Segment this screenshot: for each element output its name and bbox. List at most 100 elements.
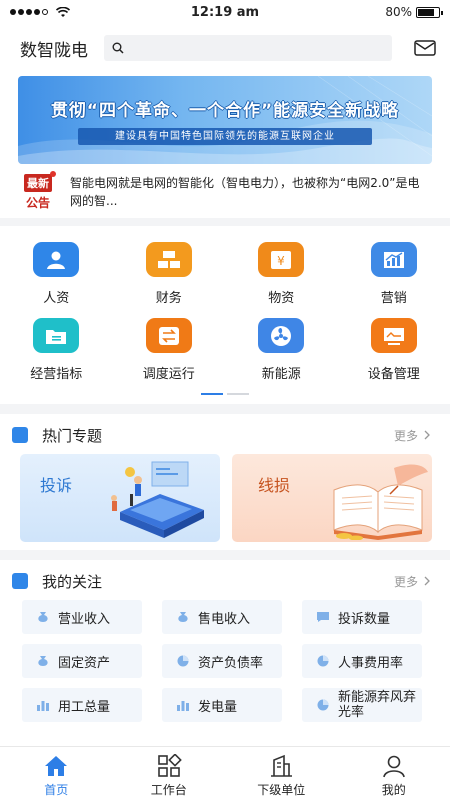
category-grid: 人资 财务 ¥ 物资 营销 经营指标 调度运行 新能源 设备管理	[0, 242, 450, 382]
svg-text:¥: ¥	[277, 254, 285, 268]
category-label: 经营指标	[30, 367, 83, 382]
follow-item-label: 发电量	[198, 699, 238, 715]
following-section: 我的关注 更多 营业收入 售电收入 投诉数量 固定资产 资产负债率 人事费用率 …	[0, 560, 450, 746]
follow-item-personnel-cost-rate[interactable]: 人事费用率	[302, 644, 422, 678]
category-item-materials[interactable]: ¥ 物资	[225, 242, 338, 306]
search-box[interactable]	[104, 35, 392, 61]
money-bag-icon	[38, 656, 48, 666]
chevron-right-icon	[424, 430, 430, 440]
more-label: 更多	[393, 428, 418, 443]
pie-chart-icon	[177, 655, 189, 667]
follow-item-label: 资产负债率	[198, 655, 264, 671]
following-grid: 营业收入 售电收入 投诉数量 固定资产 资产负债率 人事费用率 用工总量 发电量…	[22, 600, 422, 722]
follow-item-electricity-sales-revenue[interactable]: 售电收入	[162, 600, 282, 634]
more-label: 更多	[393, 574, 418, 589]
top-header: 数智陇电	[0, 24, 450, 72]
user-icon	[382, 755, 405, 778]
notice-badge-top: 最新	[24, 174, 52, 192]
marketing-chart-icon	[370, 242, 417, 277]
topic-card-complaints[interactable]: 投诉	[20, 454, 220, 542]
tab-label: 下级单位	[257, 783, 306, 797]
notice-text: 智能电网就是电网的智能化（智电电力），也被称为“电网2.0”是电网的智...	[70, 176, 420, 208]
bottom-tab-bar: 首页 工作台 下级单位 我的	[0, 746, 450, 800]
page-dot[interactable]	[227, 393, 249, 395]
category-label: 财务	[155, 291, 182, 306]
category-label: 物资	[268, 291, 295, 306]
tab-workbench[interactable]: 工作台	[113, 747, 226, 800]
tab-me[interactable]: 我的	[338, 747, 450, 800]
follow-item-renewable-curtailment-rate[interactable]: 新能源弃风弃光率	[302, 688, 422, 722]
topic-label: 线损	[258, 476, 291, 495]
banner-title: 贯彻“四个革命、一个合作”能源安全新战略	[50, 101, 400, 121]
follow-item-label: 营业收入	[58, 611, 111, 627]
follow-item-label: 售电收入	[198, 611, 251, 627]
money-bag-icon	[38, 612, 48, 622]
follow-item-label: 新能源弃风弃光率	[338, 690, 417, 720]
tab-subordinate-units[interactable]: 下级单位	[225, 747, 338, 800]
dispatch-icon	[145, 318, 192, 353]
search-icon	[112, 42, 124, 54]
person-icon	[33, 242, 80, 277]
folder-icon	[33, 318, 80, 353]
follow-item-operating-revenue[interactable]: 营业收入	[22, 600, 142, 634]
follow-item-fixed-assets[interactable]: 固定资产	[22, 644, 142, 678]
isometric-illustration	[111, 461, 204, 538]
fan-icon	[258, 318, 305, 353]
materials-icon: ¥	[258, 242, 305, 277]
tab-home[interactable]: 首页	[0, 747, 113, 800]
section-title: 热门专题	[42, 426, 103, 445]
app-title: 数智陇电	[20, 40, 88, 61]
page-dot-active[interactable]	[201, 393, 223, 395]
category-item-finance[interactable]: 财务	[113, 242, 226, 306]
category-label: 设备管理	[367, 367, 420, 382]
follow-item-label: 人事费用率	[338, 655, 404, 671]
section-title: 我的关注	[42, 572, 103, 591]
pie-chart-icon	[317, 699, 329, 711]
category-item-hr[interactable]: 人资	[0, 242, 113, 306]
follow-item-power-generation[interactable]: 发电量	[162, 688, 282, 722]
banner-section: 贯彻“四个革命、一个合作”能源安全新战略 建设具有中国特色国际领先的能源互联网企…	[0, 72, 450, 218]
message-icon	[317, 612, 329, 622]
notice-badge-bottom: 公告	[25, 196, 50, 210]
status-bar: 12:19 am 80%	[0, 0, 450, 24]
finance-icon	[145, 242, 192, 277]
notice-badge: 最新 公告	[18, 171, 58, 214]
search-input[interactable]	[130, 41, 380, 55]
category-item-marketing[interactable]: 营销	[338, 242, 450, 306]
tab-label: 工作台	[150, 783, 187, 797]
follow-item-debt-ratio[interactable]: 资产负债率	[162, 644, 282, 678]
category-label: 营销	[380, 291, 407, 306]
follow-item-total-employment[interactable]: 用工总量	[22, 688, 142, 722]
banner-subtitle: 建设具有中国特色国际领先的能源互联网企业	[78, 128, 372, 145]
tab-label: 首页	[44, 783, 69, 797]
latest-notice[interactable]: 最新 公告 智能电网就是电网的智能化（智电电力），也被称为“电网2.0”是电网的…	[18, 171, 432, 214]
category-item-equipment[interactable]: 设备管理	[338, 318, 450, 382]
category-item-new-energy[interactable]: 新能源	[225, 318, 338, 382]
category-grid-section: 人资 财务 ¥ 物资 营销 经营指标 调度运行 新能源 设备管理	[0, 226, 450, 404]
page-indicator	[0, 393, 450, 395]
bar-chart-icon	[177, 701, 189, 711]
signal-strength-icon	[10, 9, 48, 15]
category-item-dispatch[interactable]: 调度运行	[113, 318, 226, 382]
topic-card-line-loss[interactable]: 线损	[232, 454, 432, 542]
more-link[interactable]: 更多	[394, 573, 430, 590]
follow-item-label: 投诉数量	[338, 611, 391, 627]
workbench-icon	[157, 754, 182, 777]
more-link[interactable]: 更多	[394, 427, 430, 444]
chevron-right-icon	[424, 576, 430, 586]
unread-dot	[50, 171, 56, 177]
battery-percent: 80%	[385, 5, 412, 19]
category-label: 新能源	[261, 367, 301, 382]
wifi-icon	[56, 6, 70, 17]
hot-topics-section: 热门专题 更多 投诉 线损	[0, 414, 450, 550]
battery-icon	[416, 6, 443, 18]
mail-icon[interactable]	[414, 40, 436, 56]
home-icon	[45, 756, 68, 776]
monitor-icon	[370, 318, 417, 353]
topic-label: 投诉	[40, 476, 73, 495]
promo-banner[interactable]: 贯彻“四个革命、一个合作”能源安全新战略 建设具有中国特色国际领先的能源互联网企…	[18, 76, 432, 164]
category-label: 调度运行	[142, 367, 195, 382]
follow-item-label: 用工总量	[58, 699, 111, 715]
category-item-operating-indicators[interactable]: 经营指标	[0, 318, 113, 382]
follow-item-complaint-count[interactable]: 投诉数量	[302, 600, 422, 634]
